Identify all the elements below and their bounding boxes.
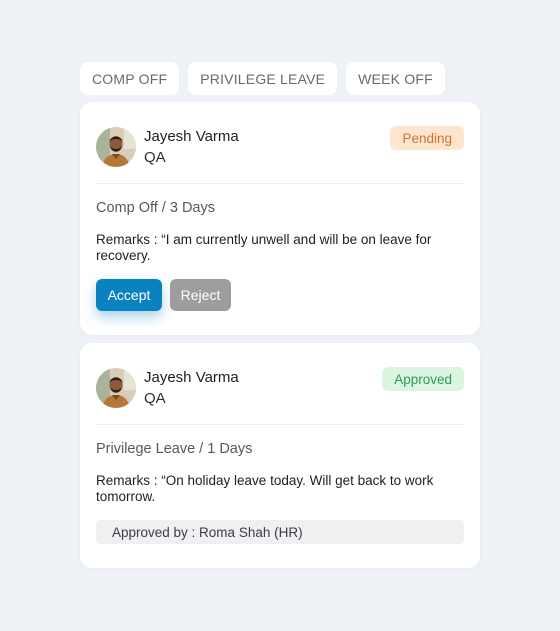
- leave-request-card: Jayesh Varma QA Pending Comp Off / 3 Day…: [80, 102, 480, 335]
- approved-by-label: Approved by : Roma Shah (HR): [96, 520, 464, 544]
- tab-comp-off[interactable]: COMP OFF: [80, 62, 180, 95]
- avatar: [96, 127, 136, 167]
- leave-type-duration: Privilege Leave / 1 Days: [96, 441, 253, 457]
- divider: [96, 424, 464, 425]
- leave-type-tabs: COMP OFF PRIVILEGE LEAVE WEEK OFF: [80, 62, 445, 95]
- tab-privilege-leave[interactable]: PRIVILEGE LEAVE: [188, 62, 338, 95]
- reject-button[interactable]: Reject: [170, 279, 231, 311]
- avatar: [96, 368, 136, 408]
- remarks-text: Remarks : “On holiday leave today. Will …: [96, 473, 434, 504]
- avatar-image: [96, 368, 136, 408]
- leave-request-card: Jayesh Varma QA Approved Privilege Leave…: [80, 343, 480, 568]
- employee-role: QA: [144, 149, 166, 166]
- tab-week-off[interactable]: WEEK OFF: [346, 62, 445, 95]
- divider: [96, 183, 464, 184]
- employee-role: QA: [144, 390, 166, 407]
- avatar-image: [96, 127, 136, 167]
- accept-button[interactable]: Accept: [96, 279, 162, 311]
- leave-type-duration: Comp Off / 3 Days: [96, 200, 215, 216]
- employee-name: Jayesh Varma: [144, 369, 239, 386]
- status-badge: Pending: [390, 126, 464, 150]
- status-badge: Approved: [382, 367, 464, 391]
- employee-name: Jayesh Varma: [144, 128, 239, 145]
- remarks-text: Remarks : “I am currently unwell and wil…: [96, 232, 432, 263]
